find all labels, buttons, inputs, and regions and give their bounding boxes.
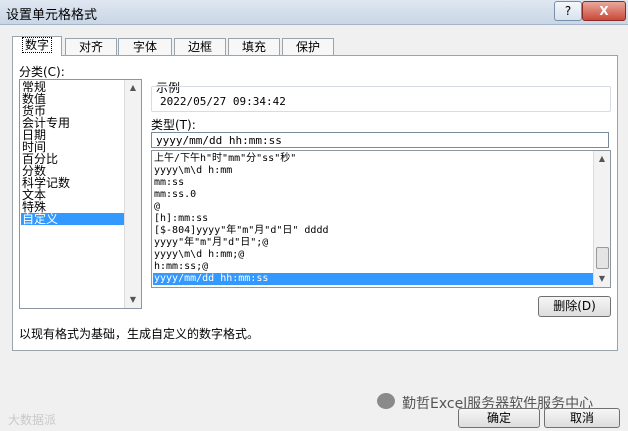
category-label: 分类(C): — [19, 65, 65, 79]
wechat-icon — [377, 393, 395, 409]
tab-font[interactable]: 字体 — [118, 38, 172, 55]
format-list[interactable]: 上午/下午h"时"mm"分"ss"秒" yyyy\m\d h:mm mm:ss … — [151, 150, 611, 288]
sample-value: 2022/05/27 09:34:42 — [160, 95, 286, 108]
format-item[interactable]: yyyy\m\d h:mm;@ — [154, 249, 594, 261]
description-text: 以现有格式为基础，生成自定义的数字格式。 — [19, 327, 260, 341]
close-button[interactable]: X — [582, 1, 626, 21]
format-item[interactable]: yyyy\m\d h:mm — [154, 165, 594, 177]
format-item[interactable]: [h]:mm:ss — [154, 213, 594, 225]
scroll-down-icon[interactable]: ▼ — [125, 292, 141, 308]
format-item[interactable]: @ — [154, 201, 594, 213]
cancel-button[interactable]: 取消 — [544, 408, 620, 428]
title-bar: 设置单元格格式 ? X — [0, 0, 628, 25]
scroll-up-icon[interactable]: ▲ — [594, 151, 610, 167]
tab-fill[interactable]: 填充 — [228, 38, 280, 55]
format-item-selected[interactable]: yyyy/mm/dd hh:mm:ss — [153, 273, 596, 285]
scroll-up-icon[interactable]: ▲ — [125, 80, 141, 96]
tab-protection[interactable]: 保护 — [282, 38, 334, 55]
delete-button[interactable]: 删除(D) — [538, 296, 611, 317]
tab-border[interactable]: 边框 — [174, 38, 226, 55]
format-item[interactable]: [$-804]yyyy"年"m"月"d"日" dddd — [154, 225, 594, 237]
category-list[interactable]: 常规 数值 货币 会计专用 日期 时间 百分比 分数 科学记数 文本 特殊 自定… — [19, 79, 142, 309]
dialog-title: 设置单元格格式 — [6, 8, 98, 23]
format-item[interactable]: h:mm:ss;@ — [154, 261, 594, 273]
ok-button[interactable]: 确定 — [458, 408, 540, 428]
format-item[interactable]: mm:ss — [154, 177, 594, 189]
type-input[interactable]: yyyy/mm/dd hh:mm:ss — [151, 132, 609, 148]
tab-alignment[interactable]: 对齐 — [65, 38, 117, 55]
format-scrollbar[interactable]: ▲ ▼ — [593, 151, 610, 287]
format-item[interactable]: yyyy"年"m"月"d"日";@ — [154, 237, 594, 249]
format-item[interactable]: mm:ss.0 — [154, 189, 594, 201]
tab-number[interactable]: 数字 — [12, 36, 62, 56]
help-button[interactable]: ? — [554, 1, 582, 21]
watermark-left: 大数据派 — [8, 413, 57, 427]
category-scrollbar[interactable]: ▲ ▼ — [124, 80, 141, 308]
category-item-selected[interactable]: 自定义 — [21, 213, 125, 225]
tab-number-label: 数字 — [21, 37, 53, 53]
sample-box: 2022/05/27 09:34:42 — [151, 86, 611, 112]
scroll-thumb[interactable] — [596, 247, 609, 269]
scroll-down-icon[interactable]: ▼ — [594, 271, 610, 287]
format-item[interactable]: 上午/下午h"时"mm"分"ss"秒" — [154, 153, 594, 165]
type-label: 类型(T): — [151, 118, 196, 132]
